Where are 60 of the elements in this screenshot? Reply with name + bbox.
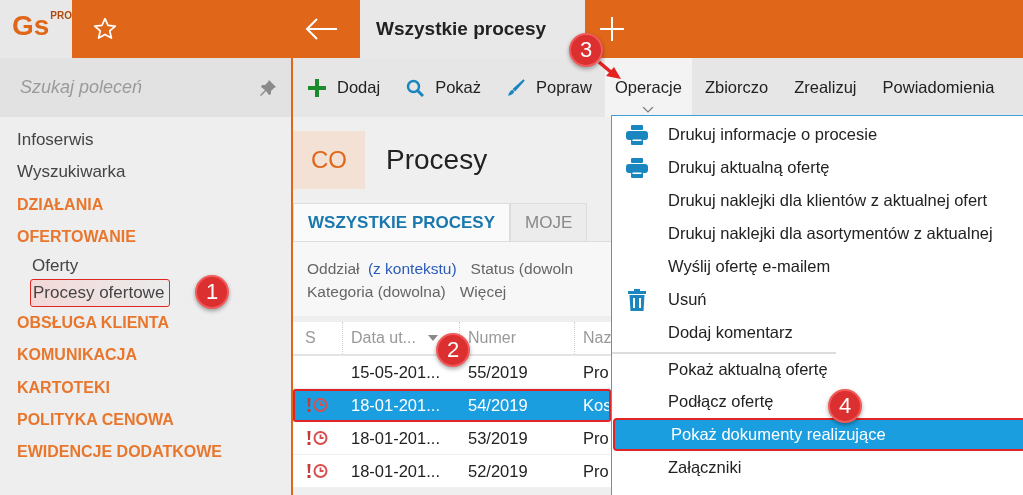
- table-cell: 18-01-201...: [351, 461, 440, 480]
- brush-icon: [507, 78, 525, 97]
- table-cell: 55/2019: [468, 362, 528, 381]
- table-cell: 18-01-201...: [351, 428, 440, 447]
- filter-link[interactable]: (z kontekstu): [367, 260, 457, 277]
- search-bar[interactable]: Szukaj poleceń: [0, 58, 291, 117]
- filter-label: Oddział: [307, 260, 360, 277]
- table-cell: 53/2019: [468, 428, 528, 447]
- toolbar-button[interactable]: Operacje: [604, 58, 692, 117]
- menu-item[interactable]: Pokaż aktualną ofertę: [612, 352, 836, 385]
- view-tab[interactable]: WSZYSTKIE PROCESY: [293, 203, 511, 241]
- filter-link[interactable]: Więcej: [459, 283, 507, 300]
- alert-clock-icon: [305, 430, 329, 446]
- menu-item[interactable]: Drukuj naklejki dla klientów z aktualnej ofert: [612, 184, 996, 217]
- filter-link[interactable]: Kategoria (dowolna): [307, 283, 446, 300]
- table-row[interactable]: 18-01-201... 53/2019 Pro: [293, 422, 611, 455]
- table-cell: 54/2019: [468, 395, 528, 414]
- menu-item[interactable]: Podłącz ofertę: [612, 385, 782, 418]
- alert-clock-icon: [305, 397, 329, 413]
- table-cell: 18-01-201...: [351, 395, 440, 414]
- toolbar-button[interactable]: Popraw: [494, 67, 605, 108]
- menu-item[interactable]: Usuń: [612, 283, 715, 316]
- toolbar-button[interactable]: Zrealizuj: [781, 67, 870, 108]
- table-cell: Pro: [583, 362, 609, 381]
- filter-link[interactable]: Status (dowoln: [470, 260, 574, 277]
- table-cell: 52/2019: [468, 461, 528, 480]
- table-row[interactable]: 15-05-201... 55/2019 Pro: [293, 356, 611, 389]
- menu-item[interactable]: Wyślij ofertę e-mailem: [612, 250, 839, 283]
- table-row[interactable]: 18-01-201... 52/2019 Pro: [293, 455, 611, 488]
- toolbar-button[interactable]: Pokaż: [393, 67, 494, 108]
- module-badge: CO: [293, 131, 365, 189]
- back-arrow-icon[interactable]: [304, 17, 338, 41]
- table-cell: Pro: [583, 461, 609, 480]
- nav-item[interactable]: Procesy ofertowe: [30, 279, 171, 308]
- alert-clock-icon: [305, 463, 329, 479]
- page-title: Procesy: [386, 144, 488, 176]
- trash-icon: [628, 288, 646, 311]
- menu-item[interactable]: Załączniki: [612, 451, 750, 484]
- printer-icon: [626, 124, 648, 145]
- toolbar-button[interactable]: Zbiorczo: [691, 67, 782, 108]
- nav-item[interactable]: Infoserwis: [0, 124, 94, 157]
- menu-item[interactable]: Drukuj naklejki dla asortymentów z aktualnej: [612, 217, 1001, 250]
- sort-down-icon[interactable]: [427, 335, 438, 341]
- pin-icon[interactable]: [259, 78, 277, 97]
- arrow: [598, 60, 622, 80]
- nav-item[interactable]: Wyszukiwarka: [0, 156, 126, 189]
- search-icon: [406, 78, 425, 97]
- menu-item[interactable]: Dodaj komentarz: [612, 316, 801, 349]
- table-cell: Pro: [583, 428, 609, 447]
- plus-icon[interactable]: [599, 16, 625, 42]
- menu-item[interactable]: Drukuj aktualną ofertę: [612, 151, 838, 184]
- nav-item[interactable]: Oferty: [0, 253, 79, 280]
- chevron-down-icon: [642, 107, 655, 113]
- star-icon[interactable]: [92, 16, 118, 42]
- plus-icon: [308, 78, 326, 97]
- toolbar-button[interactable]: Dodaj: [295, 67, 394, 108]
- printer-icon: [626, 157, 648, 178]
- menu-item[interactable]: Drukuj informacje o procesie: [612, 118, 886, 151]
- search-field[interactable]: Szukaj poleceń: [18, 76, 259, 99]
- toolbar-button[interactable]: Powiadomienia: [869, 67, 1008, 108]
